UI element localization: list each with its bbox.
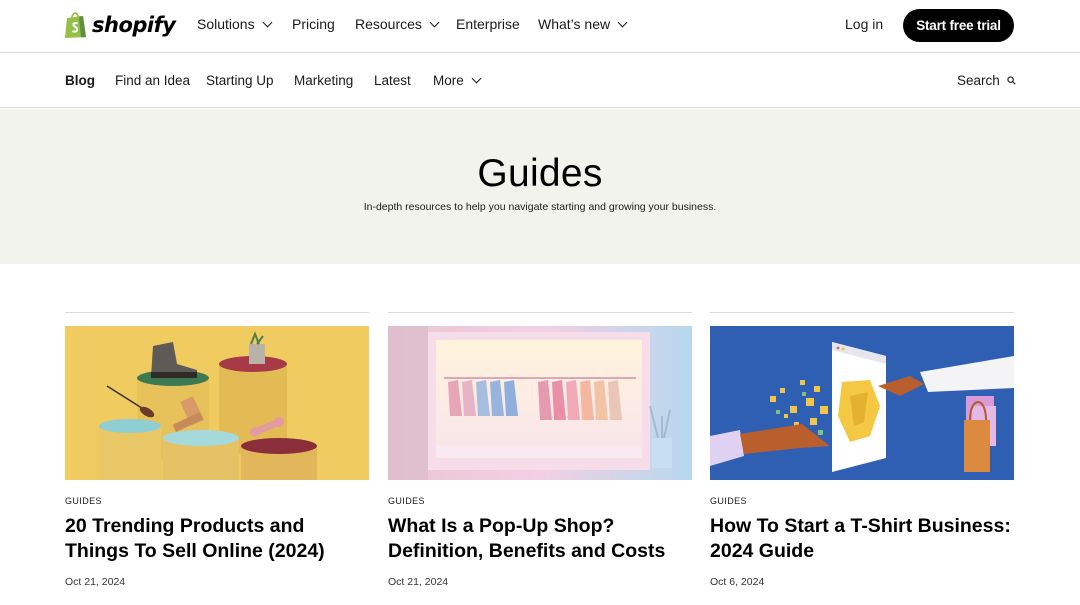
nav-solutions-label: Solutions [197, 16, 255, 32]
blognav-item-starting-up[interactable]: Starting Up [206, 73, 274, 88]
page-subtitle: In-depth resources to help you navigate … [363, 201, 717, 213]
article-thumbnail-products[interactable] [65, 326, 369, 480]
article-thumbnail-popup-shop[interactable] [388, 326, 692, 480]
article-title[interactable]: 20 Trending Products and Things To Sell … [65, 514, 369, 564]
nav-resources[interactable]: Resources [355, 16, 440, 32]
login-link[interactable]: Log in [845, 16, 883, 32]
article-category: GUIDES [388, 496, 425, 506]
chevron-down-icon [262, 17, 273, 27]
article-title[interactable]: How To Start a T-Shirt Business: 2024 Gu… [710, 514, 1014, 564]
nav-whats-new[interactable]: What’s new [538, 16, 628, 32]
chevron-down-icon [471, 73, 482, 84]
article-category: GUIDES [710, 496, 747, 506]
page-title: Guides [477, 152, 603, 195]
nav-enterprise[interactable]: Enterprise [456, 16, 520, 32]
shopify-bag-icon [65, 12, 86, 38]
blognav-item-marketing[interactable]: Marketing [294, 73, 353, 88]
blognav-item-more[interactable]: More [433, 73, 482, 88]
blog-navigation: Blog Find an Idea Starting Up Marketing … [0, 53, 1080, 108]
article-thumbnail-tshirt-business[interactable] [710, 326, 1014, 480]
blognav-item-blog[interactable]: Blog [65, 73, 95, 88]
article-card[interactable]: GUIDES What Is a Pop-Up Shop? Definition… [388, 312, 692, 588]
search-button[interactable]: Search [957, 73, 1016, 88]
brand-wordmark: shopify [92, 13, 176, 37]
start-free-trial-button[interactable]: Start free trial [903, 9, 1014, 42]
nav-enterprise-label: Enterprise [456, 16, 520, 32]
blognav-item-latest[interactable]: Latest [374, 73, 411, 88]
article-date: Oct 21, 2024 [388, 576, 449, 588]
search-icon [1007, 76, 1016, 85]
nav-resources-label: Resources [355, 16, 422, 32]
article-card[interactable]: GUIDES How To Start a T-Shirt Business: … [710, 312, 1014, 588]
nav-solutions[interactable]: Solutions [197, 16, 273, 32]
article-date: Oct 21, 2024 [65, 576, 126, 588]
article-title[interactable]: What Is a Pop-Up Shop? Definition, Benef… [388, 514, 692, 564]
search-label: Search [957, 73, 1000, 88]
top-navigation: shopify Solutions Pricing Resources Ente… [0, 0, 1080, 53]
blognav-more-label: More [433, 73, 464, 88]
blognav-item-find-an-idea[interactable]: Find an Idea [115, 73, 190, 88]
chevron-down-icon [617, 17, 628, 27]
nav-pricing-label: Pricing [292, 16, 335, 32]
article-date: Oct 6, 2024 [710, 576, 765, 588]
nav-whats-new-label: What’s new [538, 16, 611, 32]
chevron-down-icon [429, 17, 440, 27]
hero-banner: Guides In-depth resources to help you na… [0, 109, 1080, 264]
article-category: GUIDES [65, 496, 102, 506]
shopify-logo[interactable]: shopify [64, 10, 176, 40]
article-card[interactable]: GUIDES 20 Trending Products and Things T… [65, 312, 369, 588]
nav-pricing[interactable]: Pricing [292, 16, 335, 32]
